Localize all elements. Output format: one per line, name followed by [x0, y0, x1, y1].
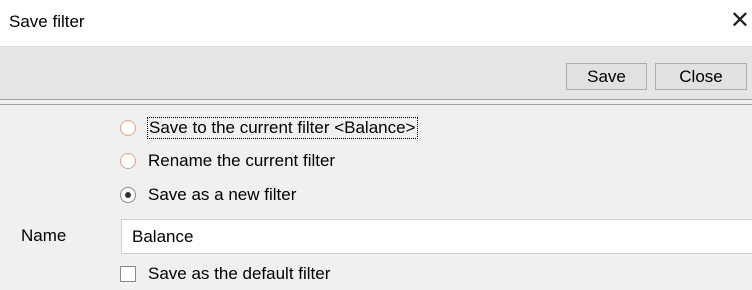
- close-icon[interactable]: ✕: [730, 8, 750, 32]
- divider: [0, 99, 752, 105]
- save-filter-dialog: Save filter ✕ Save Close Save to the cur…: [0, 0, 752, 290]
- default-filter-row[interactable]: Save as the default filter: [120, 261, 330, 287]
- radio-rename-current-row[interactable]: Rename the current filter: [120, 148, 335, 174]
- radio-save-current-label: Save to the current filter <Balance>: [147, 117, 418, 139]
- dialog-title: Save filter: [9, 12, 85, 31]
- save-button[interactable]: Save: [566, 63, 647, 90]
- radio-rename-current-label: Rename the current filter: [148, 151, 336, 170]
- radio-save-new-row[interactable]: Save as a new filter: [120, 182, 296, 208]
- radio-rename-current[interactable]: [120, 153, 136, 169]
- radio-save-current[interactable]: [120, 120, 136, 136]
- name-label: Name: [21, 226, 67, 245]
- toolbar: Save Close: [0, 47, 752, 99]
- title-bar: Save filter ✕: [0, 0, 752, 47]
- default-filter-checkbox[interactable]: [120, 266, 136, 282]
- close-button[interactable]: Close: [655, 63, 747, 90]
- radio-save-current-row[interactable]: Save to the current filter <Balance>: [120, 115, 418, 141]
- name-input[interactable]: [121, 219, 752, 254]
- radio-save-new[interactable]: [120, 187, 136, 203]
- radio-save-new-label: Save as a new filter: [148, 185, 297, 204]
- default-filter-label: Save as the default filter: [148, 264, 331, 283]
